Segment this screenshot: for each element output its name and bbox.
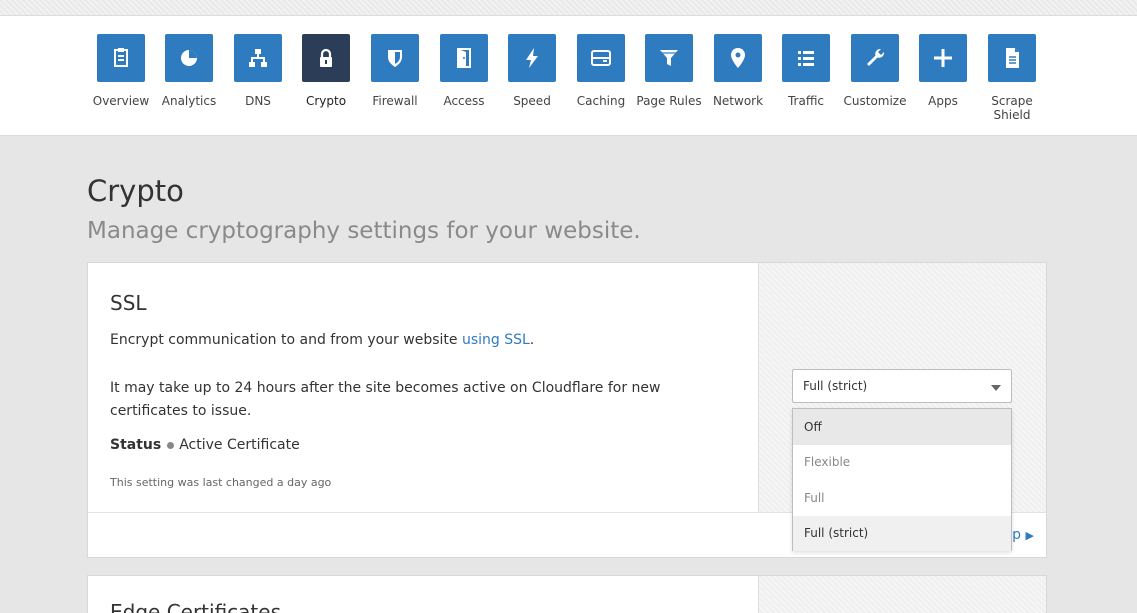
- ssl-option-full[interactable]: Full: [793, 480, 1011, 516]
- filter-icon: [645, 34, 693, 82]
- nav-item-access[interactable]: Access: [429, 34, 499, 108]
- caret-right-icon: ▶: [1025, 529, 1034, 542]
- ssl-card-title: SSL: [110, 291, 147, 315]
- analytics-icon: [165, 34, 213, 82]
- list-icon: [782, 34, 830, 82]
- nav-label: Caching: [576, 94, 626, 108]
- ssl-description: Encrypt communication to and from your w…: [110, 332, 534, 348]
- overview-icon: [97, 34, 145, 82]
- help-link[interactable]: lp ▶: [1008, 527, 1034, 543]
- nav-item-dns[interactable]: DNS: [223, 34, 293, 108]
- nav-label: Overview: [92, 94, 150, 108]
- nav-item-network[interactable]: Network: [703, 34, 773, 108]
- nav-item-overview[interactable]: Overview: [86, 34, 156, 108]
- nav-label: Crypto: [305, 94, 347, 108]
- nav-item-traffic[interactable]: Traffic: [771, 34, 841, 108]
- chevron-down-icon: [991, 385, 1001, 391]
- nav-item-caching[interactable]: Caching: [566, 34, 636, 108]
- nav-item-crypto[interactable]: Crypto: [291, 34, 361, 108]
- lock-icon: [302, 34, 350, 82]
- nav-item-speed[interactable]: Speed: [497, 34, 567, 108]
- nav-item-page-rules[interactable]: Page Rules: [634, 34, 704, 108]
- door-icon: [440, 34, 488, 82]
- document-icon: [988, 34, 1036, 82]
- location-pin-icon: [714, 34, 762, 82]
- nav-item-analytics[interactable]: Analytics: [154, 34, 224, 108]
- nav-label: Network: [712, 94, 764, 108]
- status-dot-icon: [167, 441, 175, 449]
- status-value: Active Certificate: [179, 437, 300, 453]
- nav-label: Firewall: [372, 94, 418, 108]
- status-label: Status: [110, 437, 162, 453]
- storage-icon: [577, 34, 625, 82]
- nav-label: Access: [443, 94, 485, 108]
- ssl-option-full-strict[interactable]: Full (strict): [793, 515, 1011, 551]
- ssl-description-period: .: [529, 332, 535, 348]
- ssl-mode-selected-value: Full (strict): [803, 379, 868, 393]
- shield-icon: [371, 34, 419, 82]
- page-title: Crypto: [87, 174, 184, 208]
- top-strip: [0, 0, 1137, 16]
- lightning-icon: [508, 34, 556, 82]
- nav-label: Analytics: [161, 94, 217, 108]
- nav-item-apps[interactable]: Apps: [908, 34, 978, 108]
- ssl-option-flexible[interactable]: Flexible: [793, 445, 1011, 481]
- last-changed-note: This setting was last changed a day ago: [110, 476, 332, 489]
- edge-certificates-card: Edge Certificates: [87, 575, 1047, 613]
- nav-item-firewall[interactable]: Firewall: [360, 34, 430, 108]
- dns-icon: [234, 34, 282, 82]
- nav-label: Speed: [513, 94, 551, 108]
- plus-icon: [919, 34, 967, 82]
- nav-label: Page Rules: [636, 94, 702, 108]
- ssl-certificate-note: It may take up to 24 hours after the sit…: [110, 380, 661, 419]
- ssl-mode-select[interactable]: Full (strict): [792, 369, 1012, 403]
- nav-item-customize[interactable]: Customize: [840, 34, 910, 108]
- ssl-status-row: Status Active Certificate: [110, 437, 300, 453]
- nav-label: Scrape Shield: [991, 94, 1033, 122]
- ssl-mode-dropdown: Off Flexible Full Full (strict): [792, 408, 1012, 551]
- nav-label: Traffic: [787, 94, 825, 108]
- nav-label: Apps: [928, 94, 958, 108]
- app-nav: Overview Analytics DNS Crypto Firewall A…: [0, 16, 1137, 136]
- nav-label: Customize: [843, 94, 907, 108]
- using-ssl-link[interactable]: using SSL: [462, 332, 530, 348]
- nav-label: DNS: [245, 94, 271, 108]
- edge-certificates-title: Edge Certificates: [110, 600, 281, 613]
- ssl-option-off[interactable]: Off: [793, 409, 1011, 445]
- page-subtitle: Manage cryptography settings for your we…: [87, 218, 641, 244]
- edge-card-control-panel: [758, 576, 1046, 613]
- nav-item-scrape-shield[interactable]: Scrape Shield: [977, 34, 1047, 122]
- wrench-icon: [851, 34, 899, 82]
- ssl-description-text: Encrypt communication to and from your w…: [110, 332, 462, 348]
